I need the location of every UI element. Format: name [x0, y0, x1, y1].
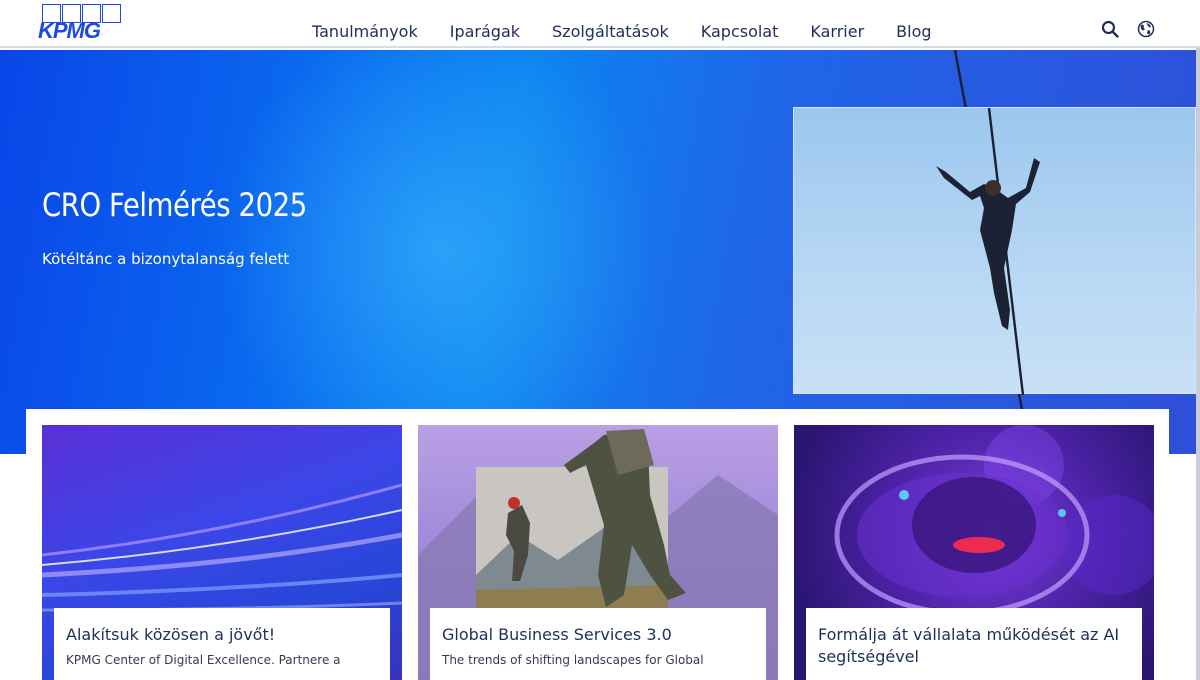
nav-item-blog[interactable]: Blog: [880, 22, 947, 41]
page-scrollbar[interactable]: [1196, 48, 1200, 680]
nav-item-karrier[interactable]: Karrier: [794, 22, 880, 41]
header-icons: [1100, 19, 1156, 39]
card-text-box: Alakítsuk közösen a jövőt! KPMG Center o…: [54, 608, 390, 680]
feature-cards: Alakítsuk közösen a jövőt! KPMG Center o…: [26, 409, 1169, 680]
card-text-box: Formálja át vállalata működését az AI se…: [806, 608, 1142, 680]
kpmg-logo[interactable]: KPMG: [38, 4, 124, 43]
globe-icon[interactable]: [1136, 19, 1156, 39]
card-description: KPMG Center of Digital Excellence. Partn…: [66, 653, 341, 667]
nav-item-kapcsolat[interactable]: Kapcsolat: [685, 22, 795, 41]
site-header: KPMG Tanulmányok Iparágak Szolgáltatások…: [0, 0, 1200, 48]
card-title: Alakítsuk közösen a jövőt!: [66, 625, 276, 644]
card-title: Global Business Services 3.0: [442, 625, 672, 644]
card-global-business-services[interactable]: Global Business Services 3.0 The trends …: [418, 425, 778, 680]
main-nav: Tanulmányok Iparágak Szolgáltatások Kapc…: [296, 22, 948, 41]
hero-title: CRO Felmérés 2025: [42, 186, 307, 224]
hero-banner[interactable]: CRO Felmérés 2025 Kötéltánc a bizonytala…: [0, 50, 1196, 454]
search-icon[interactable]: [1100, 19, 1120, 39]
nav-item-iparagak[interactable]: Iparágak: [434, 22, 536, 41]
card-description: The trends of shifting landscapes for Gl…: [442, 653, 704, 667]
hero-subtitle: Kötéltánc a bizonytalanság felett: [42, 250, 290, 268]
nav-item-tanulmanyok[interactable]: Tanulmányok: [296, 22, 434, 41]
card-title: Formálja át vállalata működését az AI se…: [818, 625, 1120, 666]
card-ai-transformation[interactable]: Formálja át vállalata működését az AI se…: [794, 425, 1154, 680]
card-digital-excellence[interactable]: Alakítsuk közösen a jövőt! KPMG Center o…: [42, 425, 402, 680]
tightrope-walker-image: [793, 107, 1196, 396]
card-text-box: Global Business Services 3.0 The trends …: [430, 608, 766, 680]
logo-text: KPMG: [38, 18, 101, 43]
nav-item-szolgaltatasok[interactable]: Szolgáltatások: [536, 22, 685, 41]
